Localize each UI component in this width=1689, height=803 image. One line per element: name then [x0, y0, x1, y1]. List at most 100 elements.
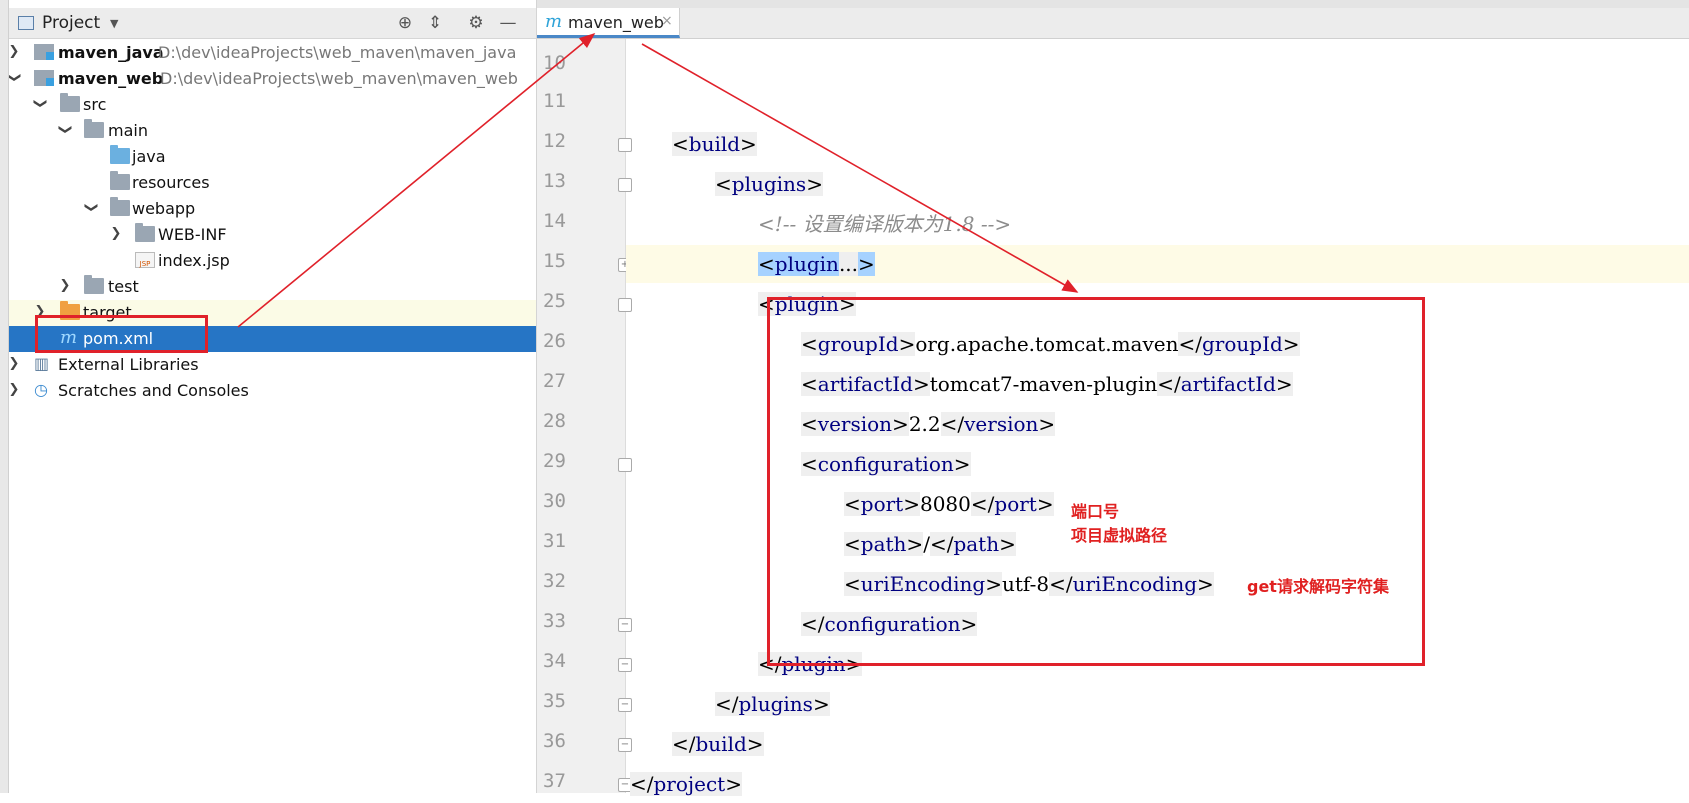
project-panel-header: Project ▼ ⊕ ⇕ ⚙ — — [8, 8, 536, 39]
annotation-box-pom — [35, 315, 208, 353]
chevron-down-icon[interactable]: ❯ — [84, 202, 99, 214]
tree-item-resources[interactable]: resources — [8, 170, 536, 196]
line-number: 29 — [543, 450, 566, 472]
tree-item-label: maven_java — [58, 43, 164, 62]
line-number: 25 — [543, 290, 566, 312]
tree-item-label: index.jsp — [158, 251, 230, 270]
tab-label: maven_web — [568, 13, 664, 32]
line-number: 10 — [543, 52, 566, 74]
code-line-project-close: </project> — [630, 772, 742, 796]
xml-tag: plugin — [774, 252, 839, 276]
annotation-port-note: 端口号 — [1071, 502, 1120, 521]
line-number: 34 — [543, 650, 566, 672]
minimize-icon[interactable]: — — [497, 13, 519, 33]
xml-tag: plugins — [731, 172, 807, 196]
annotation-path-note: 项目虚拟路径 — [1071, 526, 1168, 545]
code-line-build-close: </build> — [672, 732, 764, 756]
tree-item-webapp[interactable]: ❯ webapp — [8, 196, 536, 222]
project-panel-title[interactable]: Project — [42, 13, 100, 33]
tree-item-path: D:\dev\ideaProjects\web_maven\maven_java — [158, 43, 517, 62]
xml-tag: plugins — [738, 692, 813, 716]
tree-item-test[interactable]: ❯ test — [8, 274, 536, 300]
chevron-right-icon[interactable]: ❯ — [8, 356, 20, 371]
line-number: 12 — [543, 130, 566, 152]
resources-folder-icon — [110, 171, 130, 190]
tree-item-label: External Libraries — [58, 355, 199, 374]
folder-icon — [84, 275, 104, 294]
tree-item-label: maven_web — [58, 69, 164, 88]
line-number: 36 — [543, 730, 566, 752]
code-line-plugins-open: <plugins> — [715, 172, 823, 196]
line-number: 35 — [543, 690, 566, 712]
web-folder-icon — [110, 197, 130, 216]
module-icon — [34, 44, 54, 60]
collapse-icon[interactable]: ⇕ — [424, 13, 446, 33]
tree-item-label: resources — [132, 173, 210, 192]
folder-icon — [135, 223, 155, 242]
tree-item-main[interactable]: ❯ main — [8, 118, 536, 144]
scratches-icon: ◷ — [34, 380, 48, 399]
line-number: 13 — [543, 170, 566, 192]
chevron-right-icon[interactable]: ❯ — [8, 382, 20, 397]
tree-item-label: WEB-INF — [158, 225, 227, 244]
chevron-right-icon[interactable]: ❯ — [110, 226, 122, 241]
line-number: 37 — [543, 770, 566, 792]
line-number: 26 — [543, 330, 566, 352]
maven-m-icon: m — [545, 11, 563, 32]
chevron-down-icon[interactable]: ▼ — [110, 17, 118, 30]
code-line-build-open: <build> — [672, 132, 757, 156]
line-number: 11 — [543, 90, 566, 112]
editor-tab-bar: m maven_web × — [537, 8, 1689, 39]
code-line-plugin-folded: <plugin...> — [758, 252, 875, 276]
line-number: 33 — [543, 610, 566, 632]
chevron-right-icon[interactable]: ❯ — [8, 44, 20, 59]
chevron-right-icon[interactable]: ❯ — [59, 278, 71, 293]
module-icon — [34, 70, 54, 86]
line-number: 27 — [543, 370, 566, 392]
jsp-file-icon: JSP — [135, 252, 155, 268]
locate-icon[interactable]: ⊕ — [394, 13, 416, 33]
chevron-down-icon[interactable]: ❯ — [33, 98, 48, 110]
tab-maven-web[interactable]: m maven_web × — [537, 8, 680, 38]
source-folder-icon — [110, 145, 130, 164]
tree-item-label: webapp — [132, 199, 196, 218]
tree-item-java[interactable]: java — [8, 144, 536, 170]
folded-ellipsis[interactable]: ... — [838, 252, 859, 276]
line-number: 30 — [543, 490, 566, 512]
project-view-icon — [18, 16, 34, 30]
xml-tag: project — [653, 772, 726, 796]
tool-window-strip — [0, 0, 9, 793]
tree-item-label: test — [108, 277, 139, 296]
chevron-down-icon[interactable]: ❯ — [58, 124, 73, 136]
tree-item-label: Scratches and Consoles — [58, 381, 249, 400]
line-number: 15 — [543, 250, 566, 272]
editor-gutter: 10 11 12 13 14 15 25 26 27 28 29 30 31 3… — [537, 39, 632, 793]
folder-icon — [60, 93, 80, 112]
gear-icon[interactable]: ⚙ — [465, 13, 487, 33]
libraries-icon: ▥ — [34, 354, 50, 373]
code-line-comment: <!-- 设置编译版本为1.8 --> — [758, 212, 1012, 236]
tree-item-label: main — [108, 121, 148, 140]
tree-item-label: src — [83, 95, 107, 114]
tree-item-path: D:\dev\ideaProjects\web_maven\maven_web — [160, 69, 518, 88]
line-number: 32 — [543, 570, 566, 592]
xml-tag: build — [695, 732, 747, 756]
line-number: 14 — [543, 210, 566, 232]
tree-item-index-jsp[interactable]: JSP index.jsp — [8, 248, 536, 274]
folder-icon — [84, 119, 104, 138]
tree-item-external-libraries[interactable]: ❯ ▥ External Libraries — [8, 352, 536, 378]
tree-item-src[interactable]: ❯ src — [8, 92, 536, 118]
line-number: 28 — [543, 410, 566, 432]
tree-item-scratches[interactable]: ❯ ◷ Scratches and Consoles — [8, 378, 536, 404]
tree-item-label: java — [132, 147, 166, 166]
project-panel: Project ▼ ⊕ ⇕ ⚙ — ❯ maven_java D:\dev\id… — [0, 0, 537, 793]
tree-item-maven-java[interactable]: ❯ maven_java D:\dev\ideaProjects\web_mav… — [8, 40, 536, 66]
close-icon[interactable]: × — [661, 13, 673, 29]
annotation-box-plugin-config — [767, 297, 1425, 666]
tree-item-maven-web[interactable]: ❯ maven_web D:\dev\ideaProjects\web_mave… — [7, 66, 536, 92]
line-number: 31 — [543, 530, 566, 552]
xml-tag: build — [688, 132, 741, 156]
annotation-encoding-note: get请求解码字符集 — [1247, 577, 1389, 596]
code-line-plugins-close: </plugins> — [715, 692, 830, 716]
tree-item-web-inf[interactable]: ❯ WEB-INF — [8, 222, 536, 248]
